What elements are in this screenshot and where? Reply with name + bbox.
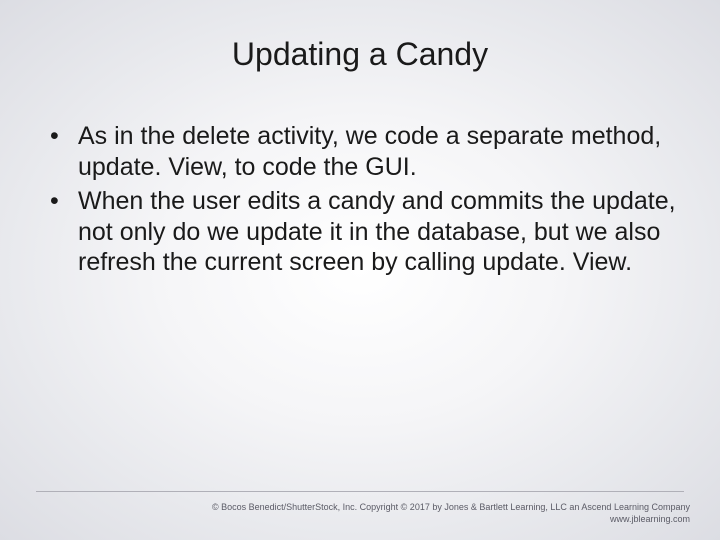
bullet-item: As in the delete activity, we code a sep…	[44, 121, 682, 182]
footer: © Bocos Benedict/ShutterStock, Inc. Copy…	[212, 501, 690, 526]
bullet-list: As in the delete activity, we code a sep…	[44, 121, 682, 278]
bullet-item: When the user edits a candy and commits …	[44, 186, 682, 278]
footer-copyright: © Bocos Benedict/ShutterStock, Inc. Copy…	[212, 501, 690, 514]
footer-url: www.jblearning.com	[212, 513, 690, 526]
slide-title: Updating a Candy	[38, 36, 682, 73]
divider-line	[36, 491, 684, 492]
slide-content: As in the delete activity, we code a sep…	[38, 121, 682, 278]
slide-container: Updating a Candy As in the delete activi…	[0, 0, 720, 540]
